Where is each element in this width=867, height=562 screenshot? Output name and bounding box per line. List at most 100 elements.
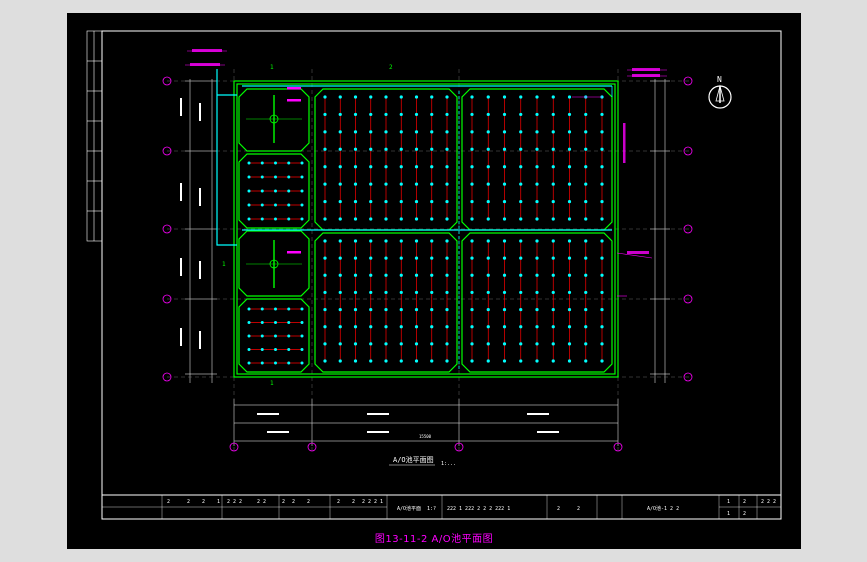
diffuser-head	[287, 361, 291, 365]
diffuser-head	[535, 182, 539, 186]
diffuser-head	[399, 325, 403, 329]
diffuser-head	[338, 290, 342, 295]
diffuser-head	[430, 217, 434, 221]
diffuser-head	[470, 165, 474, 169]
diffuser-head	[384, 95, 388, 99]
diffuser-head	[519, 307, 523, 312]
diffuser-head	[430, 325, 434, 329]
title-block-cell: 1	[727, 511, 730, 517]
diffuser-head	[260, 307, 264, 311]
diffuser-head	[384, 273, 388, 277]
diffuser-head	[600, 112, 604, 117]
diffuser-head	[535, 95, 539, 99]
diffuser-head	[414, 273, 419, 277]
diffuser-head	[535, 290, 539, 295]
diffuser-head	[470, 256, 474, 260]
diffuser-head	[399, 273, 403, 277]
diffuser-head	[567, 199, 572, 204]
diffuser-head	[486, 217, 490, 221]
diffuser-head	[300, 175, 304, 179]
diffuser-head	[519, 290, 523, 295]
diffuser-head	[353, 112, 358, 117]
diffuser-head	[551, 130, 555, 134]
diffuser-head	[247, 217, 251, 221]
diffuser-head	[519, 239, 523, 243]
dimension-text-mark	[537, 431, 559, 433]
diffuser-head	[502, 256, 507, 260]
title-block-cell: A/O池平面	[397, 505, 421, 512]
diffuser-head	[600, 182, 604, 186]
diffuser-head	[535, 325, 539, 329]
diffuser-head	[384, 256, 388, 260]
diffuser-head	[551, 290, 555, 295]
title-block-cell: 2 2 2	[761, 499, 776, 505]
diffuser-head	[260, 321, 264, 324]
diffuser-head	[470, 112, 474, 117]
diffuser-head	[535, 273, 539, 277]
dimension-text-mark	[199, 261, 201, 279]
dimension-text-mark	[180, 328, 182, 346]
diffuser-head	[274, 334, 277, 338]
diffuser-head	[584, 130, 588, 134]
title-block-cell: 2 2 2 1	[362, 499, 383, 505]
diffuser-head	[567, 130, 572, 134]
dimension-text-mark	[180, 258, 182, 276]
title-block-cell: 2	[557, 506, 560, 512]
diffuser-head	[445, 256, 449, 260]
diffuser-head	[399, 307, 403, 312]
section-mark-1c: 1	[222, 261, 226, 268]
diffuser-head	[399, 199, 403, 204]
diffuser-head	[353, 359, 358, 363]
diffuser-head	[551, 165, 555, 169]
diffuser-head	[535, 256, 539, 260]
diffuser-head	[486, 239, 490, 243]
diffuser-head	[486, 182, 490, 186]
dimension-lines: 15500	[180, 79, 670, 446]
total-dimension-label: 15500	[419, 434, 432, 439]
diffuser-head	[470, 342, 474, 346]
diffuser-head	[384, 199, 388, 204]
diffuser-head	[551, 256, 555, 260]
diffuser-head	[486, 307, 490, 312]
diffuser-head	[260, 189, 264, 193]
diffuser-head	[470, 199, 474, 204]
dimension-text-mark	[199, 188, 201, 206]
diffuser-head	[300, 348, 304, 351]
diffuser-head	[260, 348, 264, 351]
plan-drawing: N 15500 1 211 A/O池平面图 1:... 22212 2 22 22…	[86, 30, 782, 520]
diffuser-head	[600, 165, 604, 169]
diffuser-head	[399, 165, 403, 169]
diffuser-head	[384, 359, 388, 363]
dimension-text-mark	[367, 431, 389, 433]
diffuser-head	[323, 147, 327, 151]
diffuser-head	[430, 130, 434, 134]
diffuser-head	[384, 182, 388, 186]
diffuser-head	[567, 273, 572, 277]
diffuser-head	[353, 342, 358, 346]
title-block-cell: 1	[217, 499, 220, 505]
diffuser-head	[584, 273, 588, 277]
diffuser-head	[369, 239, 373, 243]
diffuser-head	[287, 348, 291, 351]
diffuser-head	[287, 189, 291, 193]
diffuser-head	[384, 165, 388, 169]
diffuser-head	[445, 290, 449, 295]
diffuser-head	[300, 217, 304, 221]
diffuser-head	[567, 342, 572, 346]
diffuser-head	[260, 334, 264, 338]
diffuser-head	[430, 95, 434, 99]
diffuser-head	[323, 95, 327, 99]
diffuser-head	[414, 359, 419, 363]
diffuser-head	[414, 147, 419, 151]
diffuser-head	[486, 165, 490, 169]
diffuser-head	[274, 217, 277, 221]
diffuser-head	[414, 239, 419, 243]
diffuser-head	[353, 290, 358, 295]
section-mark-2: 2	[389, 64, 393, 71]
diffuser-head	[445, 359, 449, 363]
diffuser-head	[445, 112, 449, 117]
diffuser-head	[414, 256, 419, 260]
diffuser-head	[445, 199, 449, 204]
north-label: N	[717, 75, 722, 84]
diffuser-head	[519, 182, 523, 186]
